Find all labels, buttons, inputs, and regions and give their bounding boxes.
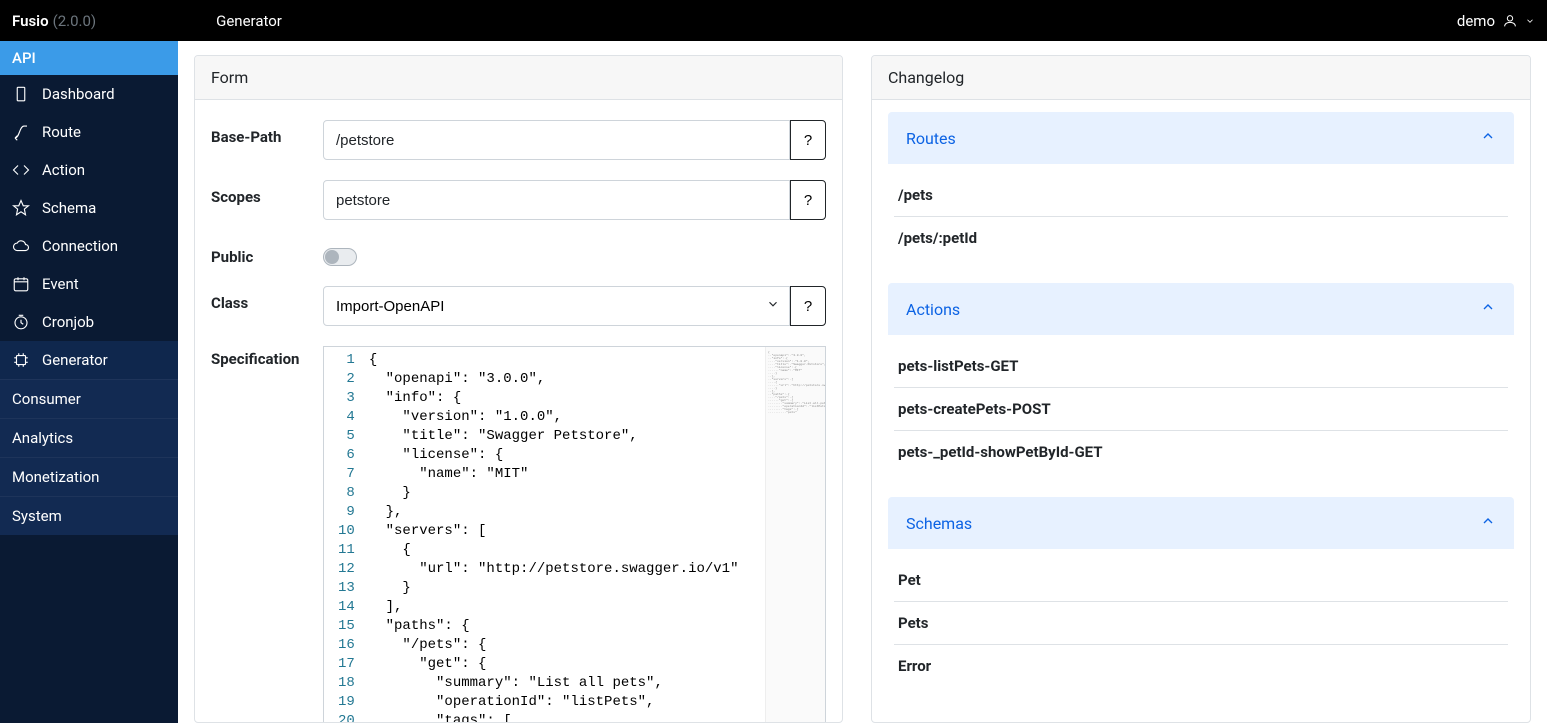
user-name: demo: [1457, 12, 1495, 30]
spec-label: Specification: [211, 346, 323, 368]
changelog-item: Pet: [894, 559, 1508, 602]
public-toggle[interactable]: [323, 248, 357, 266]
sidebar-group-monetization[interactable]: Monetization: [0, 457, 178, 496]
changelog-item: pets-listPets-GET: [894, 345, 1508, 388]
form-panel-title: Form: [195, 56, 842, 100]
changelog-item: /pets: [894, 174, 1508, 217]
user-icon: [1501, 12, 1519, 30]
changelog-item: Error: [894, 645, 1508, 687]
dashboard-icon: [12, 85, 30, 103]
editor-gutter: 123456789101112131415161718192021: [324, 347, 365, 722]
chip-icon: [12, 351, 30, 369]
spec-editor[interactable]: 123456789101112131415161718192021 { "ope…: [323, 346, 826, 722]
accordion-header-routes[interactable]: Routes: [888, 112, 1514, 164]
basepath-label: Base-Path: [211, 120, 323, 146]
page-title: Generator: [216, 12, 282, 30]
sidebar-item-label: Generator: [42, 351, 108, 369]
accordion-header-actions[interactable]: Actions: [888, 283, 1514, 335]
chevron-up-icon: [1480, 299, 1496, 319]
star-icon: [12, 199, 30, 217]
sidebar-item-label: Dashboard: [42, 85, 115, 103]
chevron-up-icon: [1480, 513, 1496, 533]
sidebar-group-system[interactable]: System: [0, 496, 178, 535]
changelog-item: /pets/:petId: [894, 217, 1508, 259]
accordion-header-schemas[interactable]: Schemas: [888, 497, 1514, 549]
main: Form Base-Path ? Scopes ?: [178, 41, 1547, 723]
brand-version: (2.0.0): [53, 12, 97, 30]
sidebar-group-consumer[interactable]: Consumer: [0, 379, 178, 418]
user-menu[interactable]: demo: [1457, 12, 1535, 30]
accordion-title: Routes: [906, 129, 956, 148]
class-help-button[interactable]: ?: [790, 286, 826, 326]
sidebar-item-label: Route: [42, 123, 81, 141]
basepath-help-button[interactable]: ?: [790, 120, 826, 160]
route-icon: [12, 123, 30, 141]
accordion-title: Schemas: [906, 514, 972, 533]
scopes-input[interactable]: [323, 180, 790, 220]
scopes-label: Scopes: [211, 180, 323, 206]
changelog-item: Pets: [894, 602, 1508, 645]
sidebar-item-label: Action: [42, 161, 85, 179]
class-select[interactable]: Import-OpenAPI: [323, 286, 790, 326]
caret-down-icon: [1525, 12, 1535, 30]
sidebar-item-label: Schema: [42, 199, 96, 217]
topbar: Fusio (2.0.0) Generator demo: [0, 0, 1547, 41]
code-icon: [12, 161, 30, 179]
accordion-title: Actions: [906, 300, 960, 319]
sidebar-item-connection[interactable]: Connection: [0, 227, 178, 265]
sidebar-group-analytics[interactable]: Analytics: [0, 418, 178, 457]
class-label: Class: [211, 286, 323, 312]
changelog-panel-title: Changelog: [872, 56, 1530, 100]
changelog-item: pets-createPets-POST: [894, 388, 1508, 431]
sidebar-item-label: Event: [42, 275, 79, 293]
scopes-help-button[interactable]: ?: [790, 180, 826, 220]
sidebar-item-action[interactable]: Action: [0, 151, 178, 189]
calendar-icon: [12, 275, 30, 293]
sidebar-item-cronjob[interactable]: Cronjob: [0, 303, 178, 341]
cloud-icon: [12, 237, 30, 255]
sidebar-item-label: Cronjob: [42, 313, 94, 331]
chevron-up-icon: [1480, 128, 1496, 148]
sidebar-item-event[interactable]: Event: [0, 265, 178, 303]
brand-name: Fusio: [12, 12, 49, 30]
sidebar-item-route[interactable]: Route: [0, 113, 178, 151]
editor-code[interactable]: { "openapi": "3.0.0", "info": { "version…: [365, 347, 765, 722]
public-label: Public: [211, 240, 323, 266]
sidebar-item-dashboard[interactable]: Dashboard: [0, 75, 178, 113]
changelog-panel: Changelog Routes/pets/pets/:petId Actions…: [871, 55, 1531, 723]
clock-icon: [12, 313, 30, 331]
sidebar-item-generator[interactable]: Generator: [0, 341, 178, 379]
form-panel: Form Base-Path ? Scopes ?: [194, 55, 843, 723]
editor-minimap[interactable]: {.."openapi":."3.0.0",.."info":.{...."ve…: [765, 347, 825, 722]
sidebar-section-api[interactable]: API: [0, 41, 178, 75]
basepath-input[interactable]: [323, 120, 790, 160]
changelog-item: pets-_petId-showPetById-GET: [894, 431, 1508, 473]
sidebar-item-label: Connection: [42, 237, 118, 255]
sidebar: API Dashboard Route Action Schema Connection…: [0, 41, 178, 723]
sidebar-item-schema[interactable]: Schema: [0, 189, 178, 227]
